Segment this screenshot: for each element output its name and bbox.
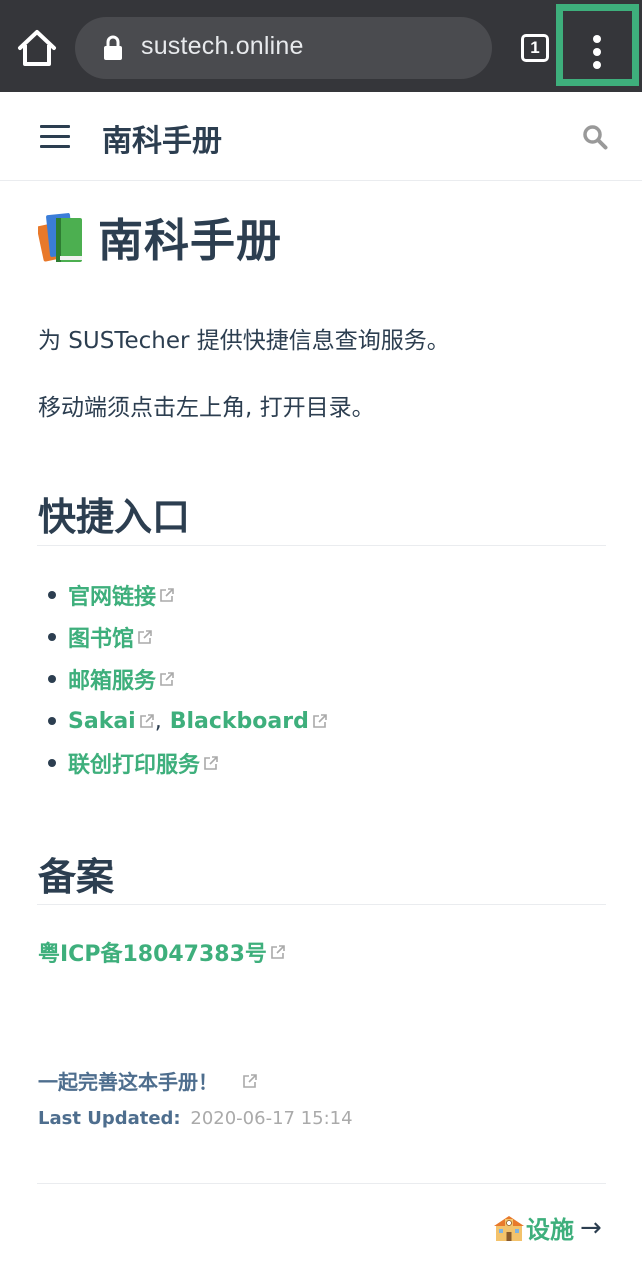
mail-service-link[interactable]: 邮箱服务: [68, 663, 156, 695]
browser-toolbar: sustech.online 1: [0, 0, 642, 92]
lock-icon: [104, 35, 122, 60]
library-link[interactable]: 图书馆: [68, 621, 134, 653]
sakai-link[interactable]: Sakai: [68, 709, 136, 734]
icp-link[interactable]: 粤ICP备18047383号: [38, 936, 267, 968]
external-link-icon: [160, 672, 174, 686]
external-link-icon: [271, 945, 285, 959]
more-vert-icon[interactable]: [556, 4, 639, 86]
list-item: Sakai , Blackboard: [38, 700, 328, 742]
next-page-link[interactable]: 设施 →: [494, 1210, 602, 1245]
icp-record: 粤ICP备18047383号: [38, 936, 286, 968]
intro-paragraph: 为 SUSTecher 提供快捷信息查询服务。: [38, 328, 450, 354]
record-heading: 备案: [38, 855, 115, 899]
last-updated: Last Updated: 2020-06-17 15:14: [38, 1108, 353, 1129]
mobile-hint-paragraph: 移动端须点击左上角, 打开目录。: [38, 395, 375, 421]
list-item: 联创打印服务: [38, 742, 328, 784]
edit-page-link[interactable]: 一起完善这本手册！: [38, 1066, 258, 1095]
footer-divider: [37, 1183, 606, 1184]
external-link-icon: [243, 1073, 257, 1088]
list-item: 邮箱服务: [38, 658, 328, 700]
books-icon: [38, 213, 82, 262]
external-link-icon: [313, 714, 327, 728]
external-link-icon: [204, 756, 218, 770]
heading-divider: [37, 545, 606, 546]
print-service-link[interactable]: 联创打印服务: [68, 747, 200, 779]
tab-switcher[interactable]: 1: [521, 34, 549, 62]
official-site-link[interactable]: 官网链接: [68, 579, 156, 611]
edit-page-label[interactable]: 一起完善这本手册！: [38, 1066, 218, 1095]
page-title-row: 南科手册: [38, 206, 283, 267]
quick-entry-heading: 快捷入口: [38, 495, 191, 539]
link-separator: ,: [154, 708, 162, 734]
heading-divider: [37, 904, 606, 905]
page-title: 南科手册: [98, 213, 283, 267]
last-updated-value: 2020-06-17 15:14: [190, 1108, 353, 1129]
quick-links-list: 官网链接 图书馆 邮箱服务 Sakai , Blackboard 联创打印服务: [38, 574, 328, 784]
blackboard-link[interactable]: Blackboard: [170, 709, 309, 734]
search-icon[interactable]: [582, 124, 608, 150]
site-title[interactable]: 南科手册: [102, 116, 222, 160]
hamburger-icon[interactable]: [40, 125, 70, 149]
last-updated-label: Last Updated:: [38, 1108, 181, 1129]
list-item: 官网链接: [38, 574, 328, 616]
url-text[interactable]: sustech.online: [141, 32, 304, 61]
list-item: 图书馆: [38, 616, 328, 658]
next-page-label[interactable]: 设施: [526, 1210, 574, 1245]
external-link-icon: [139, 714, 154, 728]
next-arrow: →: [580, 1212, 602, 1243]
external-link-icon: [160, 588, 174, 602]
address-bar[interactable]: sustech.online: [75, 17, 492, 79]
external-link-icon: [138, 630, 152, 644]
site-navbar: 南科手册: [0, 92, 642, 181]
home-icon[interactable]: [16, 28, 58, 68]
school-icon: [494, 1215, 524, 1241]
